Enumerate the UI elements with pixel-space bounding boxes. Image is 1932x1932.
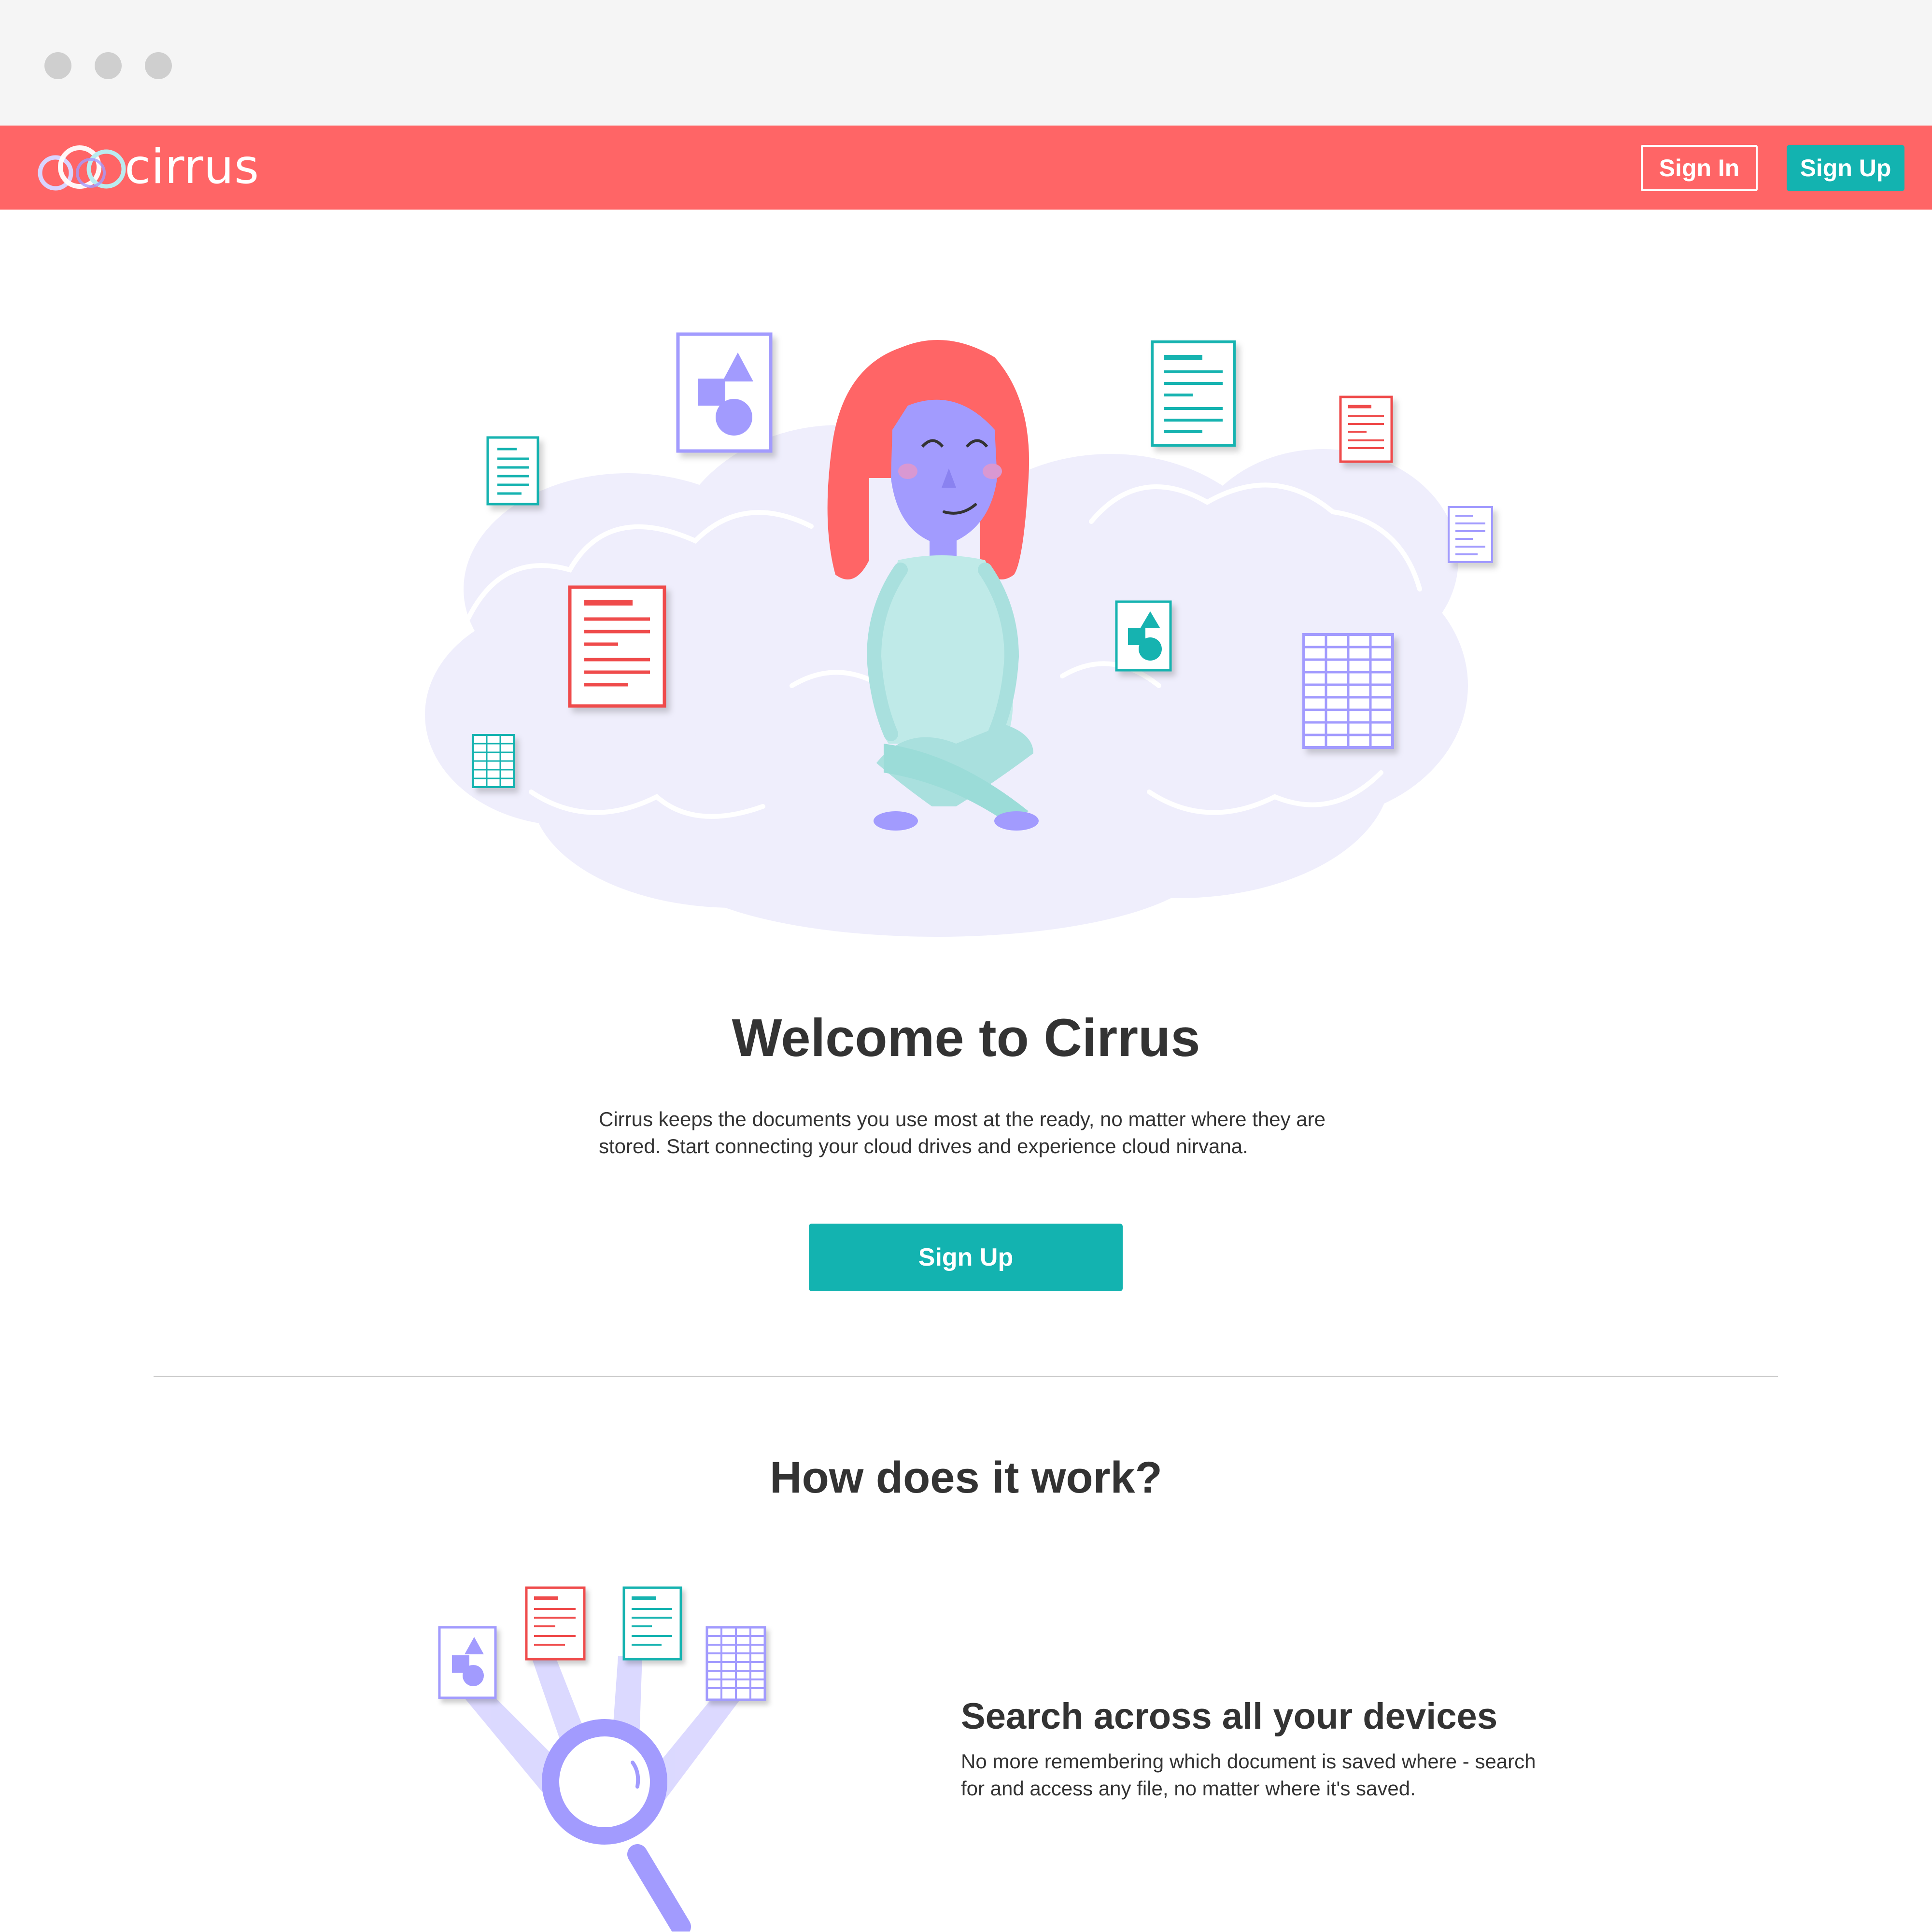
doc-shapes-large xyxy=(676,332,773,453)
window-minimize-dot[interactable] xyxy=(95,52,122,79)
window-maximize-dot[interactable] xyxy=(145,52,172,79)
sign-up-cta-button[interactable]: Sign Up xyxy=(809,1224,1123,1291)
brand-name[interactable]: cirrus xyxy=(125,133,259,201)
section-divider xyxy=(154,1376,1778,1377)
magnifier-glass xyxy=(542,1719,691,1932)
doc-table-teal-small xyxy=(472,734,515,788)
doc-text-teal-large xyxy=(1151,340,1236,447)
doc-shapes-purple xyxy=(438,1626,497,1699)
welcome-title: Welcome to Cirrus xyxy=(732,1008,1200,1068)
feature-search-text: No more remembering which document is sa… xyxy=(961,1750,1536,1800)
hero-illustration xyxy=(425,332,1493,937)
sign-in-button[interactable]: Sign In xyxy=(1641,145,1758,191)
doc-text-red-large xyxy=(568,585,666,708)
doc-text-red-small xyxy=(1339,395,1393,463)
doc-text-purple-small xyxy=(1448,506,1493,563)
doc-text-red xyxy=(525,1586,586,1661)
sign-up-nav-button[interactable]: Sign Up xyxy=(1787,145,1904,191)
doc-text-teal xyxy=(622,1586,682,1661)
hero-description: Cirrus keeps the documents you use most … xyxy=(599,1108,1326,1157)
how-it-works-heading: How does it work? xyxy=(770,1453,1162,1502)
doc-text-teal-small xyxy=(486,436,539,506)
doc-table-purple xyxy=(705,1626,766,1701)
browser-chrome xyxy=(0,0,1932,126)
doc-shapes-teal-small xyxy=(1115,600,1172,672)
doc-table-purple-large xyxy=(1302,633,1394,749)
magnifier-with-documents-icon xyxy=(438,1586,766,1932)
feature-search-title: Search across all your devices xyxy=(961,1696,1498,1737)
window-close-dot[interactable] xyxy=(44,52,71,79)
